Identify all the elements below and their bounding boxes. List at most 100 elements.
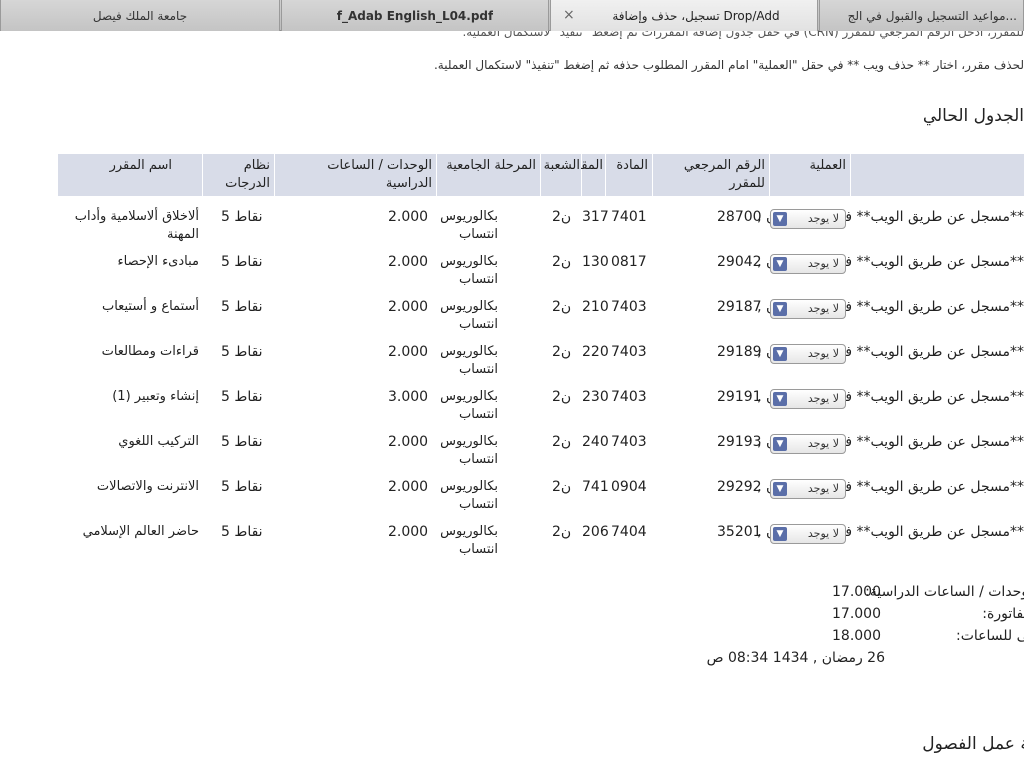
- cell-credits: 2.000: [388, 299, 429, 315]
- action-select[interactable]: لا يوجد ▼: [770, 479, 846, 499]
- cell-course: 130: [582, 254, 609, 270]
- close-icon[interactable]: ×: [563, 7, 575, 23]
- cell-course-title: التركيب اللغوي: [118, 434, 199, 449]
- cell-credits: 2.000: [388, 344, 429, 360]
- table-row: **مسجل عن طريق الويب** في 26 رمضان , لا …: [0, 298, 1024, 343]
- cell-crn: 29042: [717, 254, 762, 270]
- cell-course-title: حاضر العالم الإسلامي: [82, 524, 199, 539]
- table-row: **مسجل عن طريق الويب** في 26 رمضان , لا …: [0, 433, 1024, 478]
- action-select[interactable]: لا يوجد ▼: [770, 434, 846, 454]
- cell-credits: 2.000: [388, 524, 429, 540]
- select-value: لا يوجد: [807, 347, 839, 360]
- table-row: **مسجل عن طريق الويب** في 26 رمضان , لا …: [0, 388, 1024, 433]
- select-value: لا يوجد: [807, 527, 839, 540]
- summary-label: الحد الأقصى للساعات:: [956, 628, 1024, 644]
- summary-row-date: 26 رمضان , 1434 08:34 ص: [0, 650, 1024, 672]
- summary-value: 17.000: [832, 606, 881, 622]
- header-action: العملية: [770, 154, 850, 196]
- action-select[interactable]: لا يوجد ▼: [770, 344, 846, 364]
- cell-course-title: ألاخلاق ألاسلامية وأداب المهنة: [74, 209, 199, 242]
- select-value: لا يوجد: [807, 302, 839, 315]
- tab-label: مواعيد التسجيل والقبول في الج...: [847, 8, 1017, 23]
- cell-subject: 0904: [611, 479, 647, 495]
- cell-level: بكالوريوس انتساب: [440, 389, 498, 422]
- cell-level: بكالوريوس انتساب: [440, 209, 498, 242]
- cell-course: 741: [582, 479, 609, 495]
- tab-drop-add[interactable]: × تسجيل، حذف وإضافة Drop/Add: [550, 0, 818, 31]
- summary-value: 17.000: [832, 584, 881, 600]
- cell-course: 230: [582, 389, 609, 405]
- cell-credits: 2.000: [388, 434, 429, 450]
- cell-credits: 2.000: [388, 209, 429, 225]
- cell-section: ن2: [552, 434, 572, 450]
- summary-date: 26 رمضان , 1434 08:34 ص: [706, 650, 885, 666]
- class-worksheet-title: ورقة عمل الفصول: [922, 734, 1024, 754]
- action-select[interactable]: لا يوجد ▼: [770, 209, 846, 229]
- header-subject: المادة: [606, 154, 652, 196]
- cell-crn: 29193: [717, 434, 762, 450]
- select-value: لا يوجد: [807, 437, 839, 450]
- header-course-title: اسم المقرر: [58, 154, 202, 196]
- cell-level: بكالوريوس انتساب: [440, 524, 498, 557]
- cell-grade-mode: نقاط 5: [221, 389, 263, 405]
- page-content: للمقرر، أدخل الرقم المرجعي للمقرر (CRN) …: [0, 31, 1024, 768]
- cell-course: 240: [582, 434, 609, 450]
- action-select[interactable]: لا يوجد ▼: [770, 254, 846, 274]
- cell-crn: 35201: [717, 524, 762, 540]
- dropdown-arrow-icon: ▼: [773, 347, 787, 361]
- cell-course: 210: [582, 299, 609, 315]
- cell-course-title: مبادىء الإحصاء: [117, 254, 199, 269]
- dropdown-arrow-icon: ▼: [773, 257, 787, 271]
- header-level: المرحلة الجامعية: [437, 154, 540, 196]
- cell-level: بكالوريوس انتساب: [440, 254, 498, 287]
- header-course: المقرر: [568, 154, 605, 196]
- cell-subject: 7403: [611, 389, 647, 405]
- table-row: **مسجل عن طريق الويب** في 26 رمضان , لا …: [0, 523, 1024, 568]
- instruction-add: للمقرر، أدخل الرقم المرجعي للمقرر (CRN) …: [462, 31, 1024, 39]
- table-row: **مسجل عن طريق الويب** في 26 رمضان , لا …: [0, 343, 1024, 388]
- cell-course: 220: [582, 344, 609, 360]
- cell-credits: 2.000: [388, 254, 429, 270]
- dropdown-arrow-icon: ▼: [773, 437, 787, 451]
- dropdown-arrow-icon: ▼: [773, 302, 787, 316]
- tab-registration-dates[interactable]: مواعيد التسجيل والقبول في الج...: [819, 0, 1024, 31]
- cell-grade-mode: نقاط 5: [221, 479, 263, 495]
- cell-subject: 7401: [611, 209, 647, 225]
- cell-crn: 28700: [717, 209, 762, 225]
- header-section: الشعبة: [541, 154, 581, 196]
- cell-level: بكالوريوس انتساب: [440, 479, 498, 512]
- cell-section: ن2: [552, 524, 572, 540]
- cell-crn: 29187: [717, 299, 762, 315]
- action-select[interactable]: لا يوجد ▼: [770, 389, 846, 409]
- action-select[interactable]: لا يوجد ▼: [770, 524, 846, 544]
- dropdown-arrow-icon: ▼: [773, 527, 787, 541]
- action-select[interactable]: لا يوجد ▼: [770, 299, 846, 319]
- tab-kfu[interactable]: جامعة الملك فيصل: [0, 0, 280, 31]
- cell-grade-mode: نقاط 5: [221, 299, 263, 315]
- cell-subject: 0817: [611, 254, 647, 270]
- tab-label: تسجيل، حذف وإضافة Drop/Add: [612, 8, 780, 23]
- dropdown-arrow-icon: ▼: [773, 392, 787, 406]
- tab-pdf[interactable]: f_Adab English_L04.pdf: [281, 0, 549, 31]
- table-row: **مسجل عن طريق الويب** في 26 رمضان , لا …: [0, 208, 1024, 253]
- cell-level: بكالوريوس انتساب: [440, 434, 498, 467]
- summary-label: ساعات الفاتورة:: [982, 606, 1024, 622]
- select-value: لا يوجد: [807, 482, 839, 495]
- cell-section: ن2: [552, 254, 572, 270]
- cell-subject: 7403: [611, 434, 647, 450]
- cell-level: بكالوريوس انتساب: [440, 299, 498, 332]
- browser-tab-bar: جامعة الملك فيصل f_Adab English_L04.pdf …: [0, 0, 1024, 31]
- cell-level: بكالوريوس انتساب: [440, 344, 498, 377]
- cell-course-title: أستماع و أستيعاب: [101, 299, 199, 314]
- summary-row-max-hours: الحد الأقصى للساعات: 18.000: [0, 628, 1024, 650]
- cell-section: ن2: [552, 344, 572, 360]
- header-grade-mode: نظام الدرجات: [203, 154, 274, 196]
- cell-credits: 3.000: [388, 389, 429, 405]
- cell-course-title: قراءات ومطالعات: [101, 344, 199, 359]
- cell-grade-mode: نقاط 5: [221, 209, 263, 225]
- summary-row-billing-hours: ساعات الفاتورة: 17.000: [0, 606, 1024, 628]
- instruction-drop: لحذف مقرر، اختار ** حذف ويب ** في حقل "ا…: [433, 58, 1024, 72]
- cell-subject: 7403: [611, 299, 647, 315]
- header-crn: الرقم المرجعي للمقرر: [653, 154, 769, 196]
- cell-section: ن2: [552, 479, 572, 495]
